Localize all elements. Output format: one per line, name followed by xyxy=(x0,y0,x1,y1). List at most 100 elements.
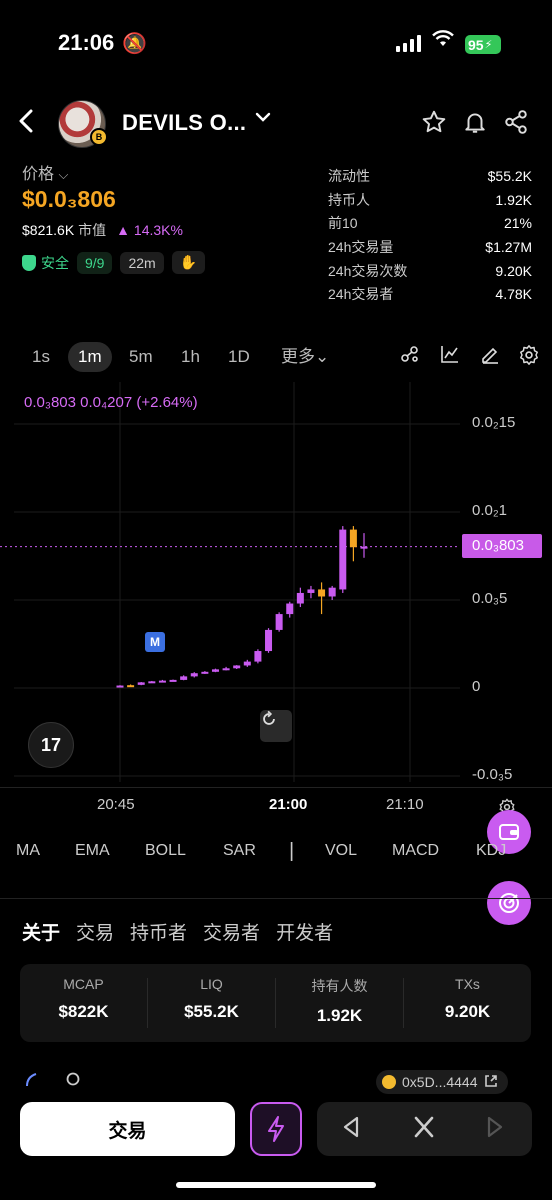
tab-trades[interactable]: 交易 xyxy=(76,918,114,945)
close-icon[interactable] xyxy=(413,1115,435,1145)
home-indicator xyxy=(176,1182,376,1188)
candle-body xyxy=(137,682,145,685)
bottom-action-bar: 交易 xyxy=(0,1098,552,1200)
contract-address-row: 0x5D...4444 xyxy=(22,1070,532,1094)
current-price: $0.0₃806 xyxy=(22,186,116,212)
indicator-boll[interactable]: BOLL xyxy=(145,842,186,860)
candle-body xyxy=(158,680,166,683)
indicator-vol[interactable]: VOL xyxy=(325,842,357,860)
chart-settings-gear-icon[interactable] xyxy=(518,344,540,372)
interval-tabs: 1s 1m 5m 1h 1D 更多⌄ xyxy=(20,342,540,374)
market-cap-line: $821.6K 市值 ▲ 14.3K% xyxy=(22,220,183,240)
target-fab-icon[interactable] xyxy=(487,881,531,925)
status-time: 21:06 xyxy=(58,30,115,55)
star-favorite-icon[interactable] xyxy=(418,106,450,138)
interval-more[interactable]: 更多⌄ xyxy=(271,342,339,372)
indicator-separator: | xyxy=(289,840,295,862)
cellular-signal-icon xyxy=(396,34,421,52)
search-icon[interactable] xyxy=(66,1072,82,1092)
token-age-badge: 22m xyxy=(120,251,164,274)
tab-about[interactable]: 关于 xyxy=(22,918,60,945)
candle-body xyxy=(222,668,230,671)
y-tick-label: 0.0₂1 xyxy=(472,502,508,519)
summary-liquidity: LIQ $55.2K xyxy=(148,976,276,1028)
trade-button[interactable]: 交易 xyxy=(20,1102,235,1156)
mute-bell-icon: 🔕 xyxy=(122,33,147,55)
stat-row-24h-txns: 24h交易次数 9.20K xyxy=(328,262,532,279)
indicator-macd[interactable]: MACD xyxy=(392,842,439,860)
candle-body xyxy=(296,592,304,604)
indicator-ma[interactable]: MA xyxy=(16,842,40,860)
market-cap-label: 市值 xyxy=(78,222,107,238)
contract-address[interactable]: 0x5D...4444 xyxy=(402,1074,478,1090)
battery-icon: 95 ⚡ xyxy=(465,35,501,54)
interval-1h[interactable]: 1h xyxy=(171,342,210,372)
bell-alert-icon[interactable] xyxy=(459,106,491,138)
hand-wave-icon[interactable]: ✋ xyxy=(171,251,206,274)
reset-chart-icon[interactable] xyxy=(260,710,292,742)
token-stats: 流动性 $55.2K 持币人 1.92K 前10 21% 24h交易量 $1.27M 2… xyxy=(328,164,532,306)
y-tick-label: -0.0₃5 xyxy=(472,766,513,783)
tab-holders[interactable]: 持币者 xyxy=(130,918,187,945)
indicator-nodes-icon[interactable] xyxy=(400,344,420,370)
token-name[interactable]: DEVILS O... xyxy=(122,110,246,136)
summary-mcap: MCAP $822K xyxy=(20,976,148,1028)
stat-row-holders: 持币人 1.92K xyxy=(328,191,532,208)
candle-body xyxy=(211,669,219,672)
market-cap-value: $821.6K xyxy=(22,222,75,238)
line-chart-icon[interactable] xyxy=(440,344,460,370)
migration-marker[interactable]: M xyxy=(145,632,165,652)
interval-1s[interactable]: 1s xyxy=(22,342,60,372)
y-tick-label: 0.0₂15 xyxy=(472,414,516,431)
tradingview-logo[interactable]: 17 xyxy=(28,722,74,768)
safety-status[interactable]: 安全 xyxy=(22,253,69,273)
summary-txs: TXs 9.20K xyxy=(444,976,491,1021)
y-tick-label: 0.0₃5 xyxy=(472,590,508,607)
security-badges: 安全 9/9 22m ✋ xyxy=(22,251,206,274)
interval-1d[interactable]: 1D xyxy=(218,342,260,372)
safety-score-badge[interactable]: 9/9 xyxy=(77,251,113,274)
candle-body xyxy=(254,651,262,662)
back-chevron-icon[interactable] xyxy=(16,108,38,141)
summary-holders: 持有人数 1.92K xyxy=(276,978,404,1028)
indicator-ema[interactable]: EMA xyxy=(75,842,110,860)
candle-body xyxy=(307,589,315,593)
candle-body xyxy=(265,629,273,652)
candle-body xyxy=(275,614,283,630)
wifi-icon xyxy=(432,30,454,54)
previous-token-icon[interactable] xyxy=(341,1115,361,1145)
candle-body xyxy=(328,587,336,597)
price-dropdown-chevron-icon[interactable]: ⌵ xyxy=(58,167,68,182)
price-label[interactable]: 价格 ⌵ xyxy=(22,160,68,184)
indicator-sar[interactable]: SAR xyxy=(223,842,256,860)
quick-trade-bolt-icon[interactable] xyxy=(250,1102,302,1156)
token-nav-group xyxy=(317,1102,532,1156)
interval-5m[interactable]: 5m xyxy=(119,342,163,372)
stat-row-24h-traders: 24h交易者 4.78K xyxy=(328,286,532,303)
link-icon[interactable] xyxy=(24,1072,38,1092)
battery-level: 95 xyxy=(468,36,484,53)
external-link-icon[interactable] xyxy=(484,1074,498,1091)
price-chart[interactable]: 0.0₃803 0.0₄207 (+2.64%) 0.0₂15 0.0₂1 0.… xyxy=(0,382,552,792)
candle-body xyxy=(169,679,177,682)
share-icon[interactable] xyxy=(500,106,532,138)
token-switch-chevron-icon[interactable] xyxy=(254,108,272,132)
interval-1m[interactable]: 1m xyxy=(68,342,112,372)
stat-row-24h-volume: 24h交易量 $1.27M xyxy=(328,238,532,255)
token-header: B DEVILS O... xyxy=(0,96,552,152)
tab-traders[interactable]: 交易者 xyxy=(203,918,260,945)
bnb-chain-icon: B xyxy=(90,128,108,146)
candle-body xyxy=(318,589,326,597)
candle-body xyxy=(180,676,188,680)
x-tick-label: 20:45 xyxy=(97,796,135,813)
indicator-kdj[interactable]: KDJ xyxy=(476,842,506,860)
x-tick-label: 21:00 xyxy=(269,796,308,813)
candle-body xyxy=(243,661,251,666)
tab-developer[interactable]: 开发者 xyxy=(276,918,333,945)
candle-body xyxy=(201,671,209,674)
price-change-percent: ▲ 14.3K% xyxy=(116,222,183,238)
draw-pen-icon[interactable] xyxy=(480,344,500,370)
contract-address-pill[interactable]: 0x5D...4444 xyxy=(376,1070,508,1094)
next-token-icon[interactable] xyxy=(485,1115,505,1145)
candle-body xyxy=(190,673,198,677)
